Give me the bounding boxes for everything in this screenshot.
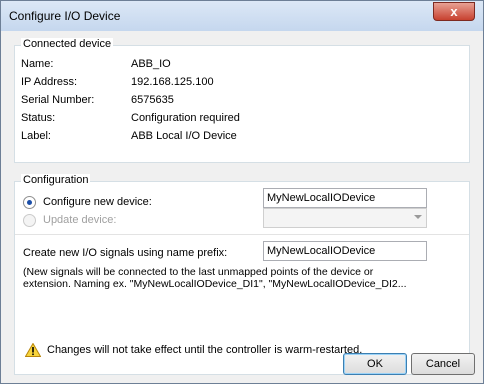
warning-icon [24,342,42,357]
configure-io-device-dialog: Configure I/O Device x Connected device … [0,0,484,384]
name-label: Name: [21,58,54,70]
configure-new-device-value: MyNewLocalIODevice [267,192,376,204]
prefix-label: Create new I/O signals using name prefix… [23,247,228,259]
signal-prefix-value: MyNewLocalIODevice [267,245,376,257]
connected-device-legend: Connected device [21,38,114,50]
connected-device-group: Connected device Name: ABB_IO IP Address… [14,38,470,163]
update-device-radio[interactable] [23,214,36,227]
ok-button[interactable]: OK [343,353,407,375]
configuration-group: Configuration Configure new device: MyNe… [14,174,470,375]
ip-address-value: 192.168.125.100 [131,76,214,88]
configure-new-device-radio[interactable] [23,196,36,209]
title-bar[interactable]: Configure I/O Device x [1,1,483,31]
divider [15,234,469,235]
chevron-down-icon [414,215,422,219]
close-icon: x [450,4,458,19]
update-device-label[interactable]: Update device: [43,214,116,226]
configuration-legend: Configuration [21,174,91,186]
window-title: Configure I/O Device [9,9,121,23]
serial-number-value: 6575635 [131,94,174,106]
status-label: Status: [21,112,56,124]
signals-note-line2: extension. Naming ex. "MyNewLocalIODevic… [23,278,407,290]
configure-new-device-label[interactable]: Configure new device: [43,196,152,208]
signal-prefix-input[interactable]: MyNewLocalIODevice [263,241,427,261]
signals-note-line1: (New signals will be connected to the la… [23,266,374,278]
warning-text: Changes will not take effect until the c… [47,344,363,356]
status-value: Configuration required [131,112,240,124]
cancel-button[interactable]: Cancel [411,353,475,375]
device-label-value: ABB Local I/O Device [131,130,237,142]
dialog-client-area: Connected device Name: ABB_IO IP Address… [7,31,477,379]
configure-new-device-input[interactable]: MyNewLocalIODevice [263,188,427,208]
device-label-label: Label: [21,130,51,142]
serial-number-label: Serial Number: [21,94,95,106]
close-button[interactable]: x [433,2,475,21]
update-device-dropdown[interactable] [263,208,427,228]
name-value: ABB_IO [131,58,171,70]
ip-address-label: IP Address: [21,76,78,88]
